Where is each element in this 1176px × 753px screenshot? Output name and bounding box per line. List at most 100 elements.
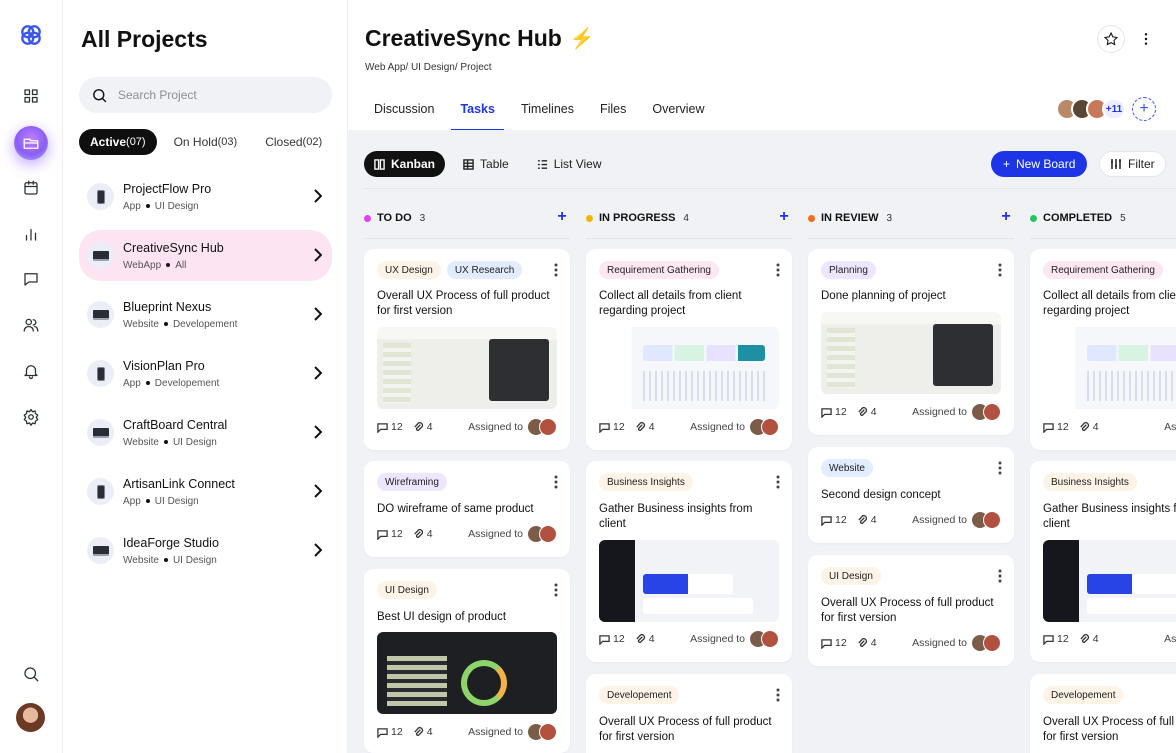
card-preview-image bbox=[377, 632, 557, 714]
task-card[interactable]: Planning Done planning of project 12 4 A… bbox=[808, 249, 1014, 435]
task-card[interactable]: UI Design Best UI design of product 12 4… bbox=[364, 569, 570, 753]
card-title: Gather Business insights from client bbox=[1043, 503, 1176, 530]
add-task-button[interactable]: + bbox=[998, 209, 1014, 225]
search-input[interactable] bbox=[118, 88, 318, 102]
breadcrumb[interactable]: Web App/ UI Design/ Project bbox=[365, 62, 492, 73]
search-icon[interactable] bbox=[18, 661, 44, 687]
chat-icon[interactable] bbox=[18, 266, 44, 292]
settings-gear-icon[interactable] bbox=[18, 404, 44, 430]
laptop-icon bbox=[87, 242, 114, 269]
tag: Requirement Gathering bbox=[1043, 261, 1163, 279]
tab-files[interactable]: Files bbox=[591, 93, 635, 131]
new-board-button[interactable]: + New Board bbox=[991, 151, 1088, 177]
kebab-icon[interactable] bbox=[998, 461, 1002, 475]
tab-timelines[interactable]: Timelines bbox=[512, 93, 583, 131]
chart-icon[interactable] bbox=[18, 221, 44, 247]
kebab-icon[interactable] bbox=[776, 263, 780, 277]
add-task-button[interactable]: + bbox=[776, 209, 792, 225]
kebab-icon[interactable] bbox=[998, 263, 1002, 277]
assignee-avatars[interactable] bbox=[971, 634, 1001, 652]
view-kanban[interactable]: Kanban bbox=[364, 151, 446, 177]
tab-closed[interactable]: Closed (02) bbox=[254, 129, 333, 155]
tab-active[interactable]: Active (07) bbox=[79, 129, 157, 155]
project-item[interactable]: ArtisanLink Connect App UI Design bbox=[79, 466, 332, 517]
task-card[interactable]: Wireframing DO wireframe of same product… bbox=[364, 461, 570, 557]
folder-icon[interactable] bbox=[14, 126, 48, 160]
tag: UX Research bbox=[446, 261, 523, 279]
tag: UI Design bbox=[377, 581, 437, 599]
lightning-icon: ⚡ bbox=[569, 28, 595, 50]
task-card[interactable]: Business Insights Gather Business insigh… bbox=[1030, 461, 1176, 662]
star-button[interactable] bbox=[1097, 25, 1125, 53]
tab-tasks[interactable]: Tasks bbox=[451, 93, 504, 131]
project-item[interactable]: Blueprint Nexus Website Developement bbox=[79, 289, 332, 340]
tab-discussion[interactable]: Discussion bbox=[365, 93, 443, 131]
page-title: CreativeSync Hub ⚡ bbox=[365, 25, 595, 51]
phone-icon bbox=[87, 183, 114, 210]
kebab-icon[interactable] bbox=[776, 688, 780, 702]
project-item[interactable]: IdeaForge Studio Website UI Design bbox=[79, 525, 332, 576]
kebab-icon[interactable] bbox=[554, 475, 558, 489]
tag: UI Design bbox=[821, 567, 881, 585]
kebab-icon[interactable] bbox=[998, 569, 1002, 583]
task-card[interactable]: Developement Overall UX Process of full … bbox=[586, 674, 792, 753]
user-avatar[interactable] bbox=[16, 703, 45, 732]
tag: Business Insights bbox=[599, 473, 693, 491]
card-preview-image bbox=[821, 312, 1001, 394]
tag: Website bbox=[821, 459, 873, 477]
paperclip-icon bbox=[414, 421, 423, 431]
bell-icon[interactable] bbox=[18, 358, 44, 384]
assignee-avatars[interactable] bbox=[749, 418, 779, 436]
tab-overview[interactable]: Overview bbox=[643, 93, 713, 131]
comment-icon bbox=[1043, 422, 1054, 433]
paperclip-icon bbox=[858, 637, 867, 647]
card-title: Gather Business insights from client bbox=[599, 503, 753, 530]
paperclip-icon bbox=[414, 726, 423, 736]
filter-button[interactable]: Filter bbox=[1099, 151, 1166, 177]
assignee-avatars[interactable] bbox=[749, 630, 779, 648]
card-title: Collect all details from client regardin… bbox=[1043, 290, 1176, 317]
chevron-right-icon bbox=[314, 307, 323, 321]
assignee-avatars[interactable] bbox=[971, 511, 1001, 529]
kebab-icon[interactable] bbox=[776, 475, 780, 489]
phone-icon bbox=[87, 478, 114, 505]
project-item[interactable]: CraftBoard Central Website UI Design bbox=[79, 407, 332, 458]
users-icon[interactable] bbox=[18, 312, 44, 338]
task-card[interactable]: Business Insights Gather Business insigh… bbox=[586, 461, 792, 662]
more-options-button[interactable] bbox=[1132, 25, 1160, 53]
tab-on-hold[interactable]: On Hold (03) bbox=[163, 129, 249, 155]
add-task-button[interactable]: + bbox=[554, 209, 570, 225]
kebab-icon[interactable] bbox=[554, 263, 558, 277]
comment-icon bbox=[377, 529, 388, 540]
task-card[interactable]: UI Design Overall UX Process of full pro… bbox=[808, 555, 1014, 666]
project-item[interactable]: ProjectFlow Pro App UI Design bbox=[79, 171, 332, 222]
project-item[interactable]: VisionPlan Pro App Developement bbox=[79, 348, 332, 399]
add-member-button[interactable]: + bbox=[1132, 97, 1156, 121]
member-avatars[interactable]: +11 bbox=[1056, 95, 1126, 123]
project-search[interactable] bbox=[79, 77, 332, 113]
card-title: Collect all details from client regardin… bbox=[599, 290, 742, 317]
assignee-avatars[interactable] bbox=[527, 418, 557, 436]
view-list[interactable]: List View bbox=[527, 151, 612, 177]
view-table[interactable]: Table bbox=[453, 151, 519, 177]
task-card[interactable]: Requirement Gathering Collect all detail… bbox=[1030, 249, 1176, 450]
calendar-icon[interactable] bbox=[18, 175, 44, 201]
task-card[interactable]: Website Second design concept 12 4 Assig… bbox=[808, 447, 1014, 543]
task-card[interactable]: Developement Overall UX Process of full … bbox=[1030, 674, 1176, 753]
card-title: Overall UX Process of full product for f… bbox=[377, 290, 550, 317]
assignee-avatars[interactable] bbox=[971, 403, 1001, 421]
task-card[interactable]: Requirement Gathering Collect all detail… bbox=[586, 249, 792, 450]
kebab-icon[interactable] bbox=[554, 583, 558, 597]
dashboard-icon[interactable] bbox=[18, 83, 44, 109]
projects-panel: All Projects Active(07) On Hold(03) Clos… bbox=[63, 0, 348, 753]
tag: Requirement Gathering bbox=[599, 261, 719, 279]
task-card[interactable]: UX Design UX Research Overall UX Process … bbox=[364, 249, 570, 450]
assignee-avatars[interactable] bbox=[527, 525, 557, 543]
comment-icon bbox=[599, 634, 610, 645]
card-title: Overall UX Process of full product for f… bbox=[1043, 716, 1176, 743]
chevron-right-icon bbox=[314, 366, 323, 380]
project-item[interactable]: CreativeSync Hub WebApp All bbox=[79, 230, 332, 281]
logo-icon[interactable] bbox=[18, 22, 44, 48]
tag: Developement bbox=[1043, 686, 1124, 704]
assignee-avatars[interactable] bbox=[527, 723, 557, 741]
